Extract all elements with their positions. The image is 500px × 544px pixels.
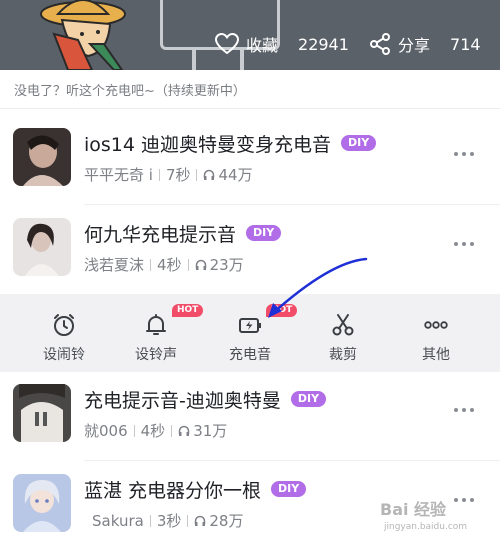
favorite-count: 22941: [298, 34, 349, 54]
set-alarm-button[interactable]: 设闹铃: [24, 294, 104, 372]
headphones-icon: [204, 169, 215, 180]
song-play-count: 44万: [218, 166, 253, 184]
watermark-text: Bai 经验: [380, 500, 447, 519]
diy-badge: DIY: [341, 135, 377, 151]
alarm-clock-icon: [54, 314, 74, 336]
heart-icon: [214, 32, 240, 55]
meta-separator: [150, 258, 152, 271]
headphones-icon: [195, 515, 206, 526]
headphones-icon: [178, 425, 190, 436]
action-label: 设闹铃: [43, 347, 85, 363]
song-duration: 4秒: [140, 422, 166, 440]
song-meta: 平平无奇 i 7秒 44万: [84, 164, 253, 185]
more-options-button[interactable]: [454, 152, 474, 156]
song-title: 充电提示音-迪迦奥特曼: [84, 389, 281, 412]
set-ringtone-button[interactable]: HOT 设铃声: [116, 294, 204, 372]
diy-badge: DIY: [246, 225, 282, 241]
song-meta: 浅若夏沫 4秒 23万: [84, 254, 244, 275]
song-meta: 就006 4秒 31万: [84, 420, 227, 441]
more-options-button[interactable]: [454, 408, 474, 412]
diy-badge: DIY: [290, 391, 327, 407]
song-cover-image: [13, 384, 71, 442]
scissors-icon: [332, 314, 354, 336]
song-list-item[interactable]: 充电提示音-迪迦奥特曼 DIY 就006 4秒 31万: [0, 384, 500, 464]
share-icon: [370, 33, 390, 55]
divider: [0, 108, 500, 109]
song-list-item[interactable]: ios14 迪迦奥特曼变身充电音 DIY 平平无奇 i 7秒 44万: [0, 128, 500, 208]
action-label: 裁剪: [329, 347, 357, 363]
song-author: 就006: [84, 422, 128, 440]
row-divider: [84, 204, 500, 205]
song-cover-image: [13, 474, 71, 532]
song-duration: 4秒: [157, 256, 182, 274]
meta-separator: [187, 514, 189, 527]
share-label: 分享: [398, 36, 431, 55]
hot-badge: HOT: [266, 304, 298, 317]
song-title-row: ios14 迪迦奥特曼变身充电音 DIY: [84, 130, 377, 156]
baidu-watermark: Bai 经验 jingyan.baidu.com: [380, 488, 490, 538]
song-duration: 7秒: [165, 166, 191, 184]
favorite-button[interactable]: 收藏 22941: [214, 30, 349, 58]
song-cover-image: [13, 218, 71, 276]
trim-button[interactable]: 裁剪: [303, 294, 383, 372]
meta-separator: [133, 424, 135, 437]
song-duration: 3秒: [156, 512, 182, 530]
song-cover-image: [13, 128, 71, 186]
song-author: 平平无奇 i: [84, 166, 153, 184]
action-label: 其他: [422, 347, 450, 363]
hot-badge: HOT: [172, 304, 204, 317]
share-button[interactable]: 分享 714: [368, 30, 481, 58]
meta-separator: [171, 424, 173, 437]
frame-leg: [192, 48, 196, 70]
meta-separator: [196, 168, 198, 181]
song-play-count: 23万: [209, 256, 244, 274]
song-title: 何九华充电提示音: [84, 223, 237, 246]
favorite-label: 收藏: [246, 36, 279, 55]
charging-battery-icon: [239, 318, 261, 333]
action-label: 充电音: [229, 347, 271, 363]
playlist-header: 收藏 22941 分享 714: [0, 0, 500, 70]
share-count: 714: [450, 34, 481, 54]
diy-badge: DIY: [271, 481, 307, 497]
row-divider: [84, 460, 500, 461]
action-label: 设铃声: [135, 347, 177, 363]
song-author: 浅若夏沫: [84, 256, 145, 274]
cartoon-figure-illustration: [40, 0, 126, 70]
headphones-icon: [195, 259, 206, 270]
watermark-url: jingyan.baidu.com: [384, 522, 468, 532]
more-options-button[interactable]: [454, 242, 474, 246]
song-author: Sakura: [92, 511, 144, 530]
song-action-bar: 设闹铃 HOT 设铃声 HOT 充电音 裁剪 其他: [0, 294, 500, 372]
song-play-count: 28万: [209, 512, 244, 530]
charging-sound-button[interactable]: HOT 充电音: [210, 294, 298, 372]
song-title-row: 充电提示音-迪迦奥特曼 DIY: [84, 386, 327, 412]
song-title-row: 蓝湛 充电器分你一根 DIY: [84, 476, 307, 502]
song-title: 蓝湛 充电器分你一根: [84, 479, 262, 502]
meta-separator: [158, 168, 160, 181]
song-meta: Sakura 3秒 28万: [92, 510, 243, 531]
bell-icon: [146, 314, 166, 335]
song-play-count: 31万: [193, 422, 228, 440]
playlist-description: 没电了？听这个充电吧~（持续更新中）: [14, 84, 246, 99]
meta-separator: [149, 514, 151, 527]
app-screen: 收藏 22941 分享 714 没电了？听这个充电吧~（持续更新中） ios14…: [0, 0, 500, 544]
other-options-button[interactable]: 其他: [396, 294, 476, 372]
song-title: ios14 迪迦奥特曼变身充电音: [84, 133, 332, 156]
meta-separator: [187, 258, 189, 271]
more-dots-icon: [424, 321, 448, 329]
song-title-row: 何九华充电提示音 DIY: [84, 220, 282, 246]
song-list-item[interactable]: 何九华充电提示音 DIY 浅若夏沫 4秒 23万: [0, 218, 500, 298]
